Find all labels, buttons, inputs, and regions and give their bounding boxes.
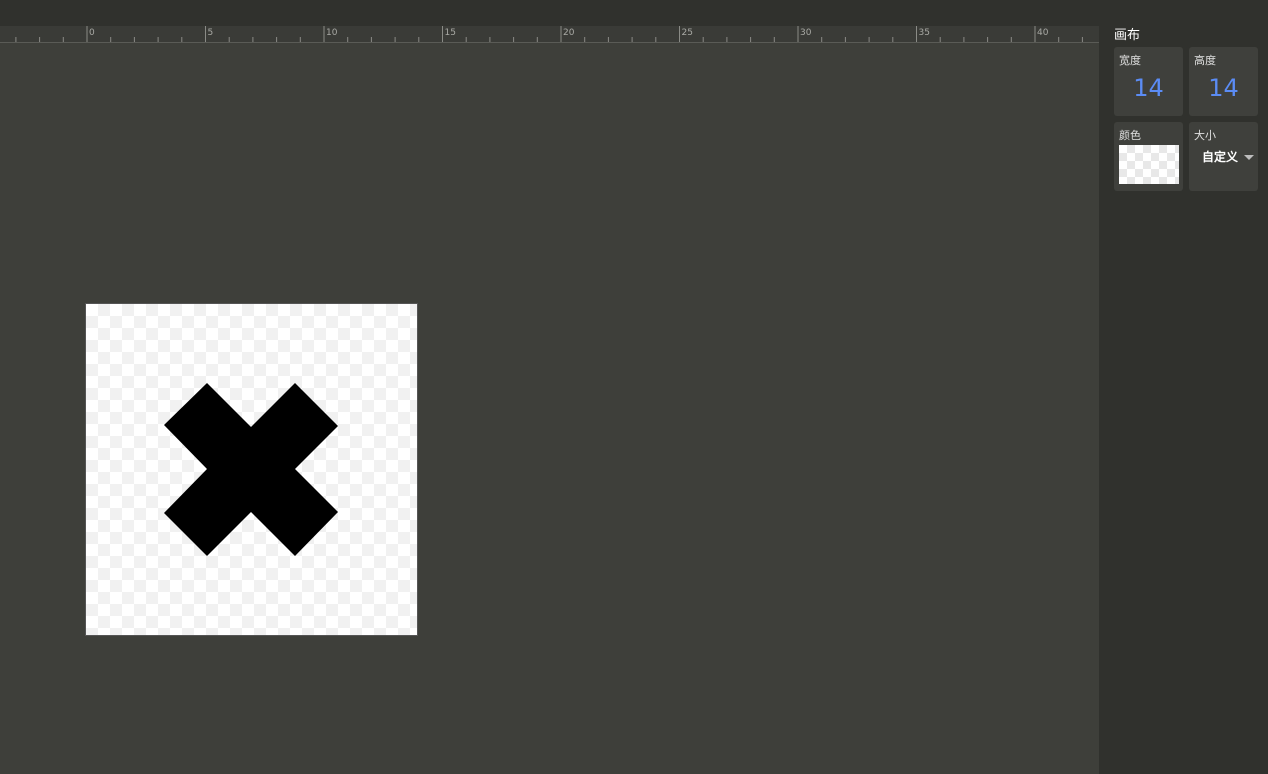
height-field[interactable]: 高度 14 (1189, 47, 1258, 116)
top-toolbar (0, 0, 1268, 26)
color-swatch[interactable] (1119, 145, 1179, 184)
width-value[interactable]: 14 (1114, 74, 1183, 102)
size-label: 大小 (1194, 129, 1216, 142)
size-select-value: 自定义 (1202, 150, 1239, 164)
ruler-label: 30 (800, 28, 812, 38)
chevron-down-icon (1244, 155, 1255, 160)
ruler-label: 40 (1037, 28, 1049, 38)
color-field[interactable]: 颜色 (1114, 122, 1183, 191)
horizontal-ruler: 0 5 10 15 20 25 30 35 40 (0, 26, 1099, 43)
ruler-label: 35 (919, 28, 930, 38)
size-field[interactable]: 大小 自定义 (1189, 122, 1258, 191)
artboard[interactable] (85, 303, 418, 636)
height-value[interactable]: 14 (1189, 74, 1258, 102)
color-label: 颜色 (1119, 129, 1141, 142)
properties-panel: 画布 宽度 14 高度 14 颜色 大小 自定义 (1099, 0, 1268, 774)
panel-title: 画布 (1114, 28, 1141, 43)
ruler-label: 15 (445, 28, 456, 38)
ruler-ticks: 0 5 10 15 20 25 30 35 40 (15, 26, 1083, 42)
ruler-label: 25 (682, 28, 693, 38)
width-label: 宽度 (1119, 54, 1141, 67)
size-select[interactable]: 自定义 (1202, 148, 1255, 165)
ruler-label: 20 (563, 28, 575, 38)
ruler-label: 5 (208, 28, 214, 38)
height-label: 高度 (1194, 54, 1216, 67)
ruler-label: 0 (89, 28, 95, 38)
width-field[interactable]: 宽度 14 (1114, 47, 1183, 116)
close-x-icon[interactable] (86, 304, 417, 635)
ruler-label: 10 (326, 28, 338, 38)
